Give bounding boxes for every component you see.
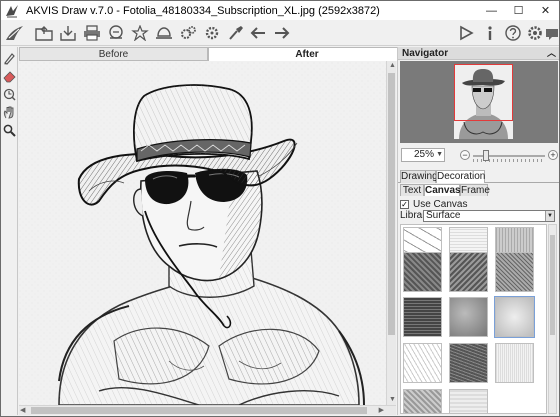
brush-icon[interactable] xyxy=(226,23,246,43)
help-icon[interactable] xyxy=(503,23,523,43)
chevron-down-icon: ▼ xyxy=(545,211,554,221)
vertical-scroll-thumb[interactable] xyxy=(388,73,395,335)
print-icon[interactable] xyxy=(82,23,102,43)
tab-decoration[interactable]: Decoration xyxy=(436,170,485,183)
canvas-horizontal-scrollbar[interactable]: ◀ ▶ xyxy=(19,405,396,415)
zoom-out-button[interactable]: − xyxy=(460,150,470,160)
texture-swatch-burlap[interactable] xyxy=(403,252,442,292)
decoration-subtabs: Text Canvas Frame xyxy=(398,184,559,196)
navigator-preview[interactable] xyxy=(400,61,558,143)
akvis-draw-logo-icon xyxy=(6,4,18,18)
zoom-combo[interactable]: 25% ▼ xyxy=(401,148,445,162)
app-window: AKVIS Draw v.7.0 - Fotolia_48180334_Subs… xyxy=(0,0,560,417)
toolbar xyxy=(1,20,559,46)
run-icon[interactable] xyxy=(456,23,476,43)
zoom-icon[interactable] xyxy=(2,123,17,138)
scroll-up-icon[interactable]: ▲ xyxy=(389,62,396,70)
zoom-slider-knob[interactable] xyxy=(482,150,489,161)
close-button[interactable]: ✕ xyxy=(532,1,559,20)
tab-after[interactable]: After xyxy=(208,47,406,61)
navigator-view-frame[interactable] xyxy=(454,64,513,121)
eraser-icon[interactable] xyxy=(2,69,17,84)
chevron-down-icon: ▼ xyxy=(436,151,443,158)
scroll-left-icon[interactable]: ◀ xyxy=(20,407,25,415)
akvis-logo-icon xyxy=(6,26,23,40)
texture-swatch-mesh[interactable] xyxy=(495,252,534,292)
navigator-header: Navigator ︿ xyxy=(398,47,559,60)
texture-swatch-weave[interactable] xyxy=(449,252,488,292)
save-icon[interactable] xyxy=(58,23,78,43)
tab-before[interactable]: Before xyxy=(19,47,208,61)
right-panel: Navigator ︿ 25% ▼ − + Drawing Decoration… xyxy=(397,47,559,415)
texture-swatch-grain[interactable] xyxy=(403,389,442,413)
zoom-row: 25% ▼ − + xyxy=(398,147,559,163)
hand-icon[interactable] xyxy=(2,105,17,120)
canvas-vertical-scrollbar[interactable]: ▲ ▼ xyxy=(386,61,396,405)
batch-icon[interactable] xyxy=(154,23,174,43)
sketch-image xyxy=(19,61,386,405)
texture-scroll-thumb[interactable] xyxy=(550,235,555,335)
left-toolbar xyxy=(1,47,18,415)
window-controls: — ☐ ✕ xyxy=(478,1,559,20)
history-brush-icon[interactable] xyxy=(2,87,17,102)
tab-drawing[interactable]: Drawing xyxy=(400,170,438,183)
library-value: Surface xyxy=(426,210,461,221)
scroll-down-icon[interactable]: ▼ xyxy=(389,396,396,404)
comment-icon[interactable] xyxy=(542,23,559,43)
zoom-in-button[interactable]: + xyxy=(548,150,558,160)
redo-arrow-icon[interactable] xyxy=(272,23,292,43)
subtab-text[interactable]: Text xyxy=(400,184,424,196)
undo-arrow-icon[interactable] xyxy=(248,23,268,43)
texture-swatch-surface-selected[interactable] xyxy=(494,296,535,338)
texture-swatch-light[interactable] xyxy=(449,389,488,413)
texture-swatch-rough[interactable] xyxy=(449,343,488,383)
subtab-frame[interactable]: Frame xyxy=(460,184,490,196)
texture-grid xyxy=(400,224,547,414)
texture-swatch-fibers[interactable] xyxy=(403,343,442,383)
navigator-title: Navigator xyxy=(402,48,449,59)
use-canvas-row[interactable]: ✓ Use Canvas xyxy=(400,198,467,210)
use-canvas-label: Use Canvas xyxy=(413,198,468,210)
zoom-value: 25% xyxy=(414,149,435,160)
title-bar: AKVIS Draw v.7.0 - Fotolia_48180334_Subs… xyxy=(1,1,559,20)
info-icon[interactable] xyxy=(480,23,500,43)
view-tabs: Before After xyxy=(19,47,406,61)
scroll-right-icon[interactable]: ▶ xyxy=(379,407,384,415)
collapse-chevron-icon[interactable]: ︿ xyxy=(547,47,556,60)
share-icon[interactable] xyxy=(106,23,126,43)
panel-tabs: Drawing Decoration xyxy=(398,170,559,183)
pencil-icon[interactable] xyxy=(2,51,17,66)
minimize-button[interactable]: — xyxy=(478,1,505,20)
library-row: Library Surface ▼ xyxy=(400,210,558,222)
open-icon[interactable] xyxy=(34,23,54,43)
gear-icon[interactable] xyxy=(202,23,222,43)
window-title: AKVIS Draw v.7.0 - Fotolia_48180334_Subs… xyxy=(26,4,380,17)
texture-swatch-stone[interactable] xyxy=(449,297,488,337)
library-select[interactable]: Surface ▼ xyxy=(423,210,555,222)
horizontal-scroll-thumb[interactable] xyxy=(31,407,367,414)
maximize-button[interactable]: ☐ xyxy=(505,1,532,20)
settings-gear-icon[interactable] xyxy=(178,23,198,43)
presets-icon[interactable] xyxy=(130,23,150,43)
image-canvas[interactable] xyxy=(19,61,386,405)
subtab-canvas[interactable]: Canvas xyxy=(424,184,461,196)
texture-swatch-canvas-dark[interactable] xyxy=(403,297,442,337)
use-canvas-checkbox[interactable]: ✓ xyxy=(400,199,409,209)
texture-swatch-smooth[interactable] xyxy=(495,343,534,383)
texture-grid-scrollbar[interactable] xyxy=(548,224,557,414)
